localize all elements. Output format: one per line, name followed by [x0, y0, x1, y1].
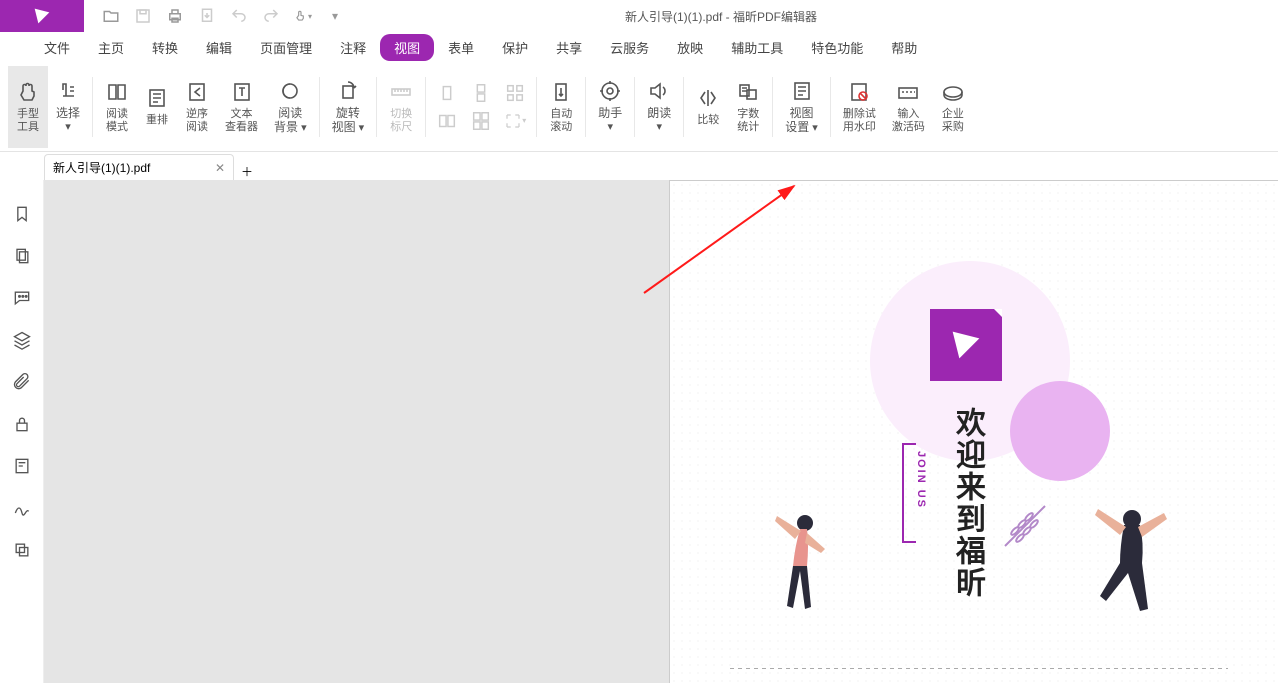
open-icon[interactable]: [102, 7, 120, 25]
book-icon: [105, 80, 129, 104]
document-tab-strip: 新人引导(1)(1).pdf ✕ ＋: [0, 152, 1278, 180]
menu-home[interactable]: 主页: [84, 34, 138, 61]
attachment-icon[interactable]: [12, 372, 32, 392]
menu-view[interactable]: 视图: [380, 34, 434, 61]
compare-button[interactable]: 比较: [688, 66, 728, 148]
autoscroll-icon: [549, 80, 573, 104]
person-2-icon: [1090, 501, 1170, 631]
menu-bar: 文件 主页 转换 编辑 页面管理 注释 视图 表单 保护 共享 云服务 放映 辅…: [0, 32, 1278, 62]
read-background-button[interactable]: 阅读背景 ▾: [266, 66, 315, 148]
document-tab[interactable]: 新人引导(1)(1).pdf ✕: [44, 154, 234, 180]
rotate-view-button[interactable]: 旋转视图 ▾: [324, 66, 373, 148]
ribbon: 手型工具 选择▾ 阅读模式 重排 逆序阅读 文本查看器 阅读背景 ▾ 旋转视图 …: [0, 62, 1278, 152]
viewset-icon: [790, 79, 814, 103]
enter-code-button[interactable]: 输入激活码: [884, 66, 933, 148]
speaker-icon: [647, 79, 671, 103]
read-aloud-button[interactable]: 朗读▾: [639, 66, 679, 148]
print-icon[interactable]: [166, 7, 184, 25]
pages-icon[interactable]: [12, 246, 32, 266]
reflow-button[interactable]: 重排: [137, 66, 177, 148]
title-bar: ▾ ▾ 新人引导(1)(1).pdf - 福昕PDF编辑器: [0, 0, 1278, 32]
layout-small-buttons: [430, 66, 464, 148]
export-icon[interactable]: [198, 7, 216, 25]
auto-scroll-button[interactable]: 自动滚动: [541, 66, 581, 148]
wordcount-icon: [736, 80, 760, 104]
foxit-logo-icon: [930, 309, 1002, 381]
close-tab-icon[interactable]: ✕: [215, 161, 225, 175]
hand-tool-button[interactable]: 手型工具: [8, 66, 48, 148]
enterprise-button[interactable]: 企业采购: [933, 66, 973, 148]
workspace: JOIN US 欢迎来到福昕: [0, 180, 1278, 683]
reverse-read-button[interactable]: 逆序阅读: [177, 66, 217, 148]
read-mode-button[interactable]: 阅读模式: [97, 66, 137, 148]
compare-icon: [696, 86, 720, 110]
menu-share[interactable]: 共享: [542, 34, 596, 61]
facing-icon[interactable]: [436, 110, 458, 132]
textview-icon: [230, 80, 254, 104]
duplicate-icon[interactable]: [12, 540, 32, 560]
menu-features[interactable]: 特色功能: [797, 34, 877, 61]
layout-small-buttons-3: ▾: [498, 66, 532, 148]
layout-small-buttons-2: [464, 66, 498, 148]
layers-icon[interactable]: [12, 330, 32, 350]
assistant-icon: [598, 79, 622, 103]
text-viewer-button[interactable]: 文本查看器: [217, 66, 266, 148]
window-title: 新人引导(1)(1).pdf - 福昕PDF编辑器: [344, 8, 1278, 25]
hand-icon: [16, 80, 40, 104]
signature-icon[interactable]: [12, 498, 32, 518]
menu-form[interactable]: 表单: [434, 34, 488, 61]
person-1-icon: [765, 511, 835, 621]
thumbnails-icon[interactable]: [504, 82, 526, 104]
quick-access-toolbar: ▾ ▾: [84, 7, 344, 25]
continuous-facing-icon[interactable]: [470, 110, 492, 132]
touch-icon[interactable]: ▾: [294, 7, 312, 25]
fit-icon[interactable]: ▾: [504, 110, 526, 132]
menu-annotate[interactable]: 注释: [326, 34, 380, 61]
pdf-page: JOIN US 欢迎来到福昕: [669, 180, 1278, 683]
reflow-icon: [145, 86, 169, 110]
toggle-ruler-button[interactable]: 切换标尺: [381, 66, 421, 148]
menu-protect[interactable]: 保护: [488, 34, 542, 61]
rotate-icon: [336, 79, 360, 103]
left-sidebar: [0, 180, 44, 683]
enterprise-icon: [941, 80, 965, 104]
menu-accessibility[interactable]: 辅助工具: [717, 34, 797, 61]
menu-cloud[interactable]: 云服务: [596, 34, 663, 61]
continuous-icon[interactable]: [470, 82, 492, 104]
code-icon: [896, 80, 920, 104]
background-icon: [278, 79, 302, 103]
field-icon[interactable]: [12, 456, 32, 476]
remove-wm-icon: [847, 80, 871, 104]
menu-pages[interactable]: 页面管理: [246, 34, 326, 61]
security-icon[interactable]: [12, 414, 32, 434]
menu-edit[interactable]: 编辑: [192, 34, 246, 61]
menu-file[interactable]: 文件: [30, 34, 84, 61]
single-page-icon[interactable]: [436, 82, 458, 104]
undo-icon[interactable]: [230, 7, 248, 25]
menu-present[interactable]: 放映: [663, 34, 717, 61]
add-tab-button[interactable]: ＋: [234, 163, 260, 180]
leaf-icon: [1000, 501, 1050, 551]
remove-watermark-button[interactable]: 删除试用水印: [835, 66, 884, 148]
menu-help[interactable]: 帮助: [877, 34, 931, 61]
ruler-icon: [389, 80, 413, 104]
redo-icon[interactable]: [262, 7, 280, 25]
reverse-icon: [185, 80, 209, 104]
select-icon: [56, 79, 80, 103]
document-canvas[interactable]: JOIN US 欢迎来到福昕: [44, 180, 1278, 683]
document-tab-label: 新人引导(1)(1).pdf: [53, 159, 150, 176]
select-button[interactable]: 选择▾: [48, 66, 88, 148]
app-logo: [0, 0, 84, 32]
comment-icon[interactable]: [12, 288, 32, 308]
join-us-label: JOIN US: [915, 451, 927, 509]
welcome-text: 欢迎来到福昕: [945, 407, 989, 599]
menu-convert[interactable]: 转换: [138, 34, 192, 61]
assistant-button[interactable]: 助手▾: [590, 66, 630, 148]
save-icon[interactable]: [134, 7, 152, 25]
qat-more-icon[interactable]: ▾: [326, 7, 344, 25]
view-settings-button[interactable]: 视图设置 ▾: [777, 66, 826, 148]
bookmark-icon[interactable]: [12, 204, 32, 224]
word-count-button[interactable]: 字数统计: [728, 66, 768, 148]
